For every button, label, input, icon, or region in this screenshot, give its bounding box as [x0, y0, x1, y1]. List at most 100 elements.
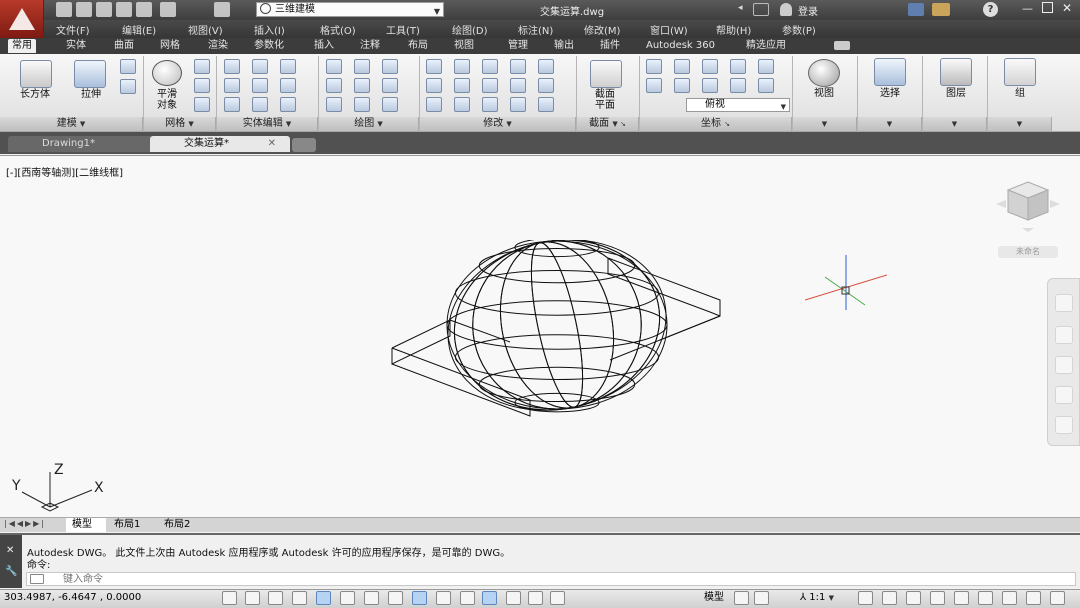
coordinate-object-ucs-icon[interactable]	[702, 78, 718, 93]
menu-item-0[interactable]: 文件(F)	[56, 22, 90, 37]
panel-selection-expander[interactable]: ▼	[858, 117, 922, 131]
menu-item-8[interactable]: 修改(M)	[584, 22, 620, 37]
coordinate-readout[interactable]: 303.4987, -6.4647 , 0.0000	[4, 592, 141, 603]
fullscreen-icon[interactable]	[1050, 591, 1065, 605]
zoom-icon[interactable]	[1055, 356, 1073, 374]
ribbon-toggle-icon[interactable]	[834, 41, 850, 50]
section-plane-icon[interactable]	[590, 60, 622, 88]
panel-view-expander[interactable]: ▼	[793, 117, 857, 131]
ribbon-tab-12[interactable]: 插件	[600, 39, 620, 53]
coordinate-origin-icon[interactable]	[674, 59, 690, 74]
coordinate-z-axis-icon[interactable]	[758, 59, 774, 74]
mesh-refine-icon[interactable]	[194, 97, 210, 112]
new-tab-button[interactable]	[292, 138, 316, 152]
layers-button-label[interactable]: 图层	[932, 88, 980, 99]
menu-item-6[interactable]: 绘图(D)	[452, 22, 488, 37]
ribbon-tab-10[interactable]: 管理	[508, 39, 528, 53]
ribbon-tab-3[interactable]: 网格	[160, 39, 180, 53]
lweight-toggle-icon[interactable]	[460, 591, 475, 605]
pan-icon[interactable]	[1055, 326, 1073, 344]
panel-layers-expander[interactable]: ▼	[923, 117, 987, 131]
menu-item-2[interactable]: 视图(V)	[188, 22, 223, 37]
annotation-scale[interactable]: ⅄ 1:1 ▼	[800, 592, 834, 603]
undo-icon[interactable]	[160, 2, 176, 17]
solid-edit-check-icon[interactable]	[224, 97, 240, 112]
menu-item-9[interactable]: 窗口(W)	[650, 22, 688, 37]
modify-align-icon[interactable]	[510, 78, 526, 93]
viewcube-cube-icon[interactable]	[992, 178, 1064, 234]
coordinate-view-ucs-icon[interactable]	[674, 78, 690, 93]
command-window-handle[interactable]	[0, 535, 22, 588]
viewcube[interactable]: 未命名	[992, 178, 1064, 262]
panel-modeling-title[interactable]: 建模 ▼	[0, 117, 143, 131]
box-button-label[interactable]: 长方体	[10, 89, 60, 100]
osnap-toggle-icon[interactable]	[340, 591, 355, 605]
clean-screen-icon[interactable]	[1002, 591, 1017, 605]
draw-spline-icon[interactable]	[326, 78, 342, 93]
quick-view-drawings-icon[interactable]	[754, 591, 769, 605]
solid-edit-thicken-icon[interactable]	[252, 97, 268, 112]
search-arrow-icon[interactable]: ◂	[738, 3, 743, 13]
exchange-icon[interactable]	[908, 3, 924, 16]
ribbon-tab-14[interactable]: 精选应用	[746, 39, 786, 53]
modify-3d-array-icon[interactable]	[510, 97, 526, 112]
ribbon-tab-2[interactable]: 曲面	[114, 39, 134, 53]
modify-fillet-icon[interactable]	[454, 78, 470, 93]
close-icon[interactable]: ✕	[6, 545, 14, 556]
draw-circle-icon[interactable]	[382, 59, 398, 74]
save-as-icon[interactable]	[116, 2, 132, 17]
modify-trim-icon[interactable]	[426, 97, 442, 112]
file-tab-drawing1[interactable]: Drawing1*	[8, 136, 153, 152]
isolate-icon[interactable]	[954, 591, 969, 605]
ucs-menu[interactable]: 未命名	[998, 246, 1058, 258]
workspace-select[interactable]: 三维建模 ▼	[256, 2, 444, 17]
maximize-button[interactable]	[1042, 2, 1053, 13]
showmotion-icon[interactable]	[1055, 416, 1073, 434]
login-button[interactable]: 登录	[798, 3, 818, 18]
solid-edit-slice-icon[interactable]	[252, 78, 268, 93]
coordinate-x-axis-icon[interactable]	[702, 59, 718, 74]
menu-item-11[interactable]: 参数(P)	[782, 22, 816, 37]
modify-offset-icon[interactable]	[482, 97, 498, 112]
coordinate-world-icon[interactable]	[646, 78, 662, 93]
solid-edit-intersect-icon[interactable]	[280, 59, 296, 74]
panel-modify-title[interactable]: 修改 ▼	[420, 117, 576, 131]
panel-solid-edit-title[interactable]: 实体编辑 ▼	[217, 117, 318, 131]
command-prompt-icon[interactable]	[30, 574, 44, 584]
sc-toggle-icon[interactable]	[528, 591, 543, 605]
minimize-button[interactable]: —	[1022, 2, 1033, 15]
modify-array-icon[interactable]	[538, 59, 554, 74]
ribbon-tab-8[interactable]: 布局	[408, 39, 428, 53]
coordinate-y-axis-icon[interactable]	[730, 59, 746, 74]
panel-draw-title[interactable]: 绘图 ▼	[319, 117, 419, 131]
coordinate-3-point-icon[interactable]	[758, 78, 774, 93]
annotation-visibility-icon[interactable]	[858, 591, 873, 605]
layers-icon[interactable]	[940, 58, 972, 86]
selection-icon[interactable]	[874, 58, 906, 86]
menu-item-7[interactable]: 标注(N)	[518, 22, 553, 37]
group-button-label[interactable]: 组	[996, 88, 1044, 99]
mesh-smooth-less-icon[interactable]	[194, 78, 210, 93]
ducs-toggle-icon[interactable]	[412, 591, 427, 605]
polar-toggle-icon[interactable]	[316, 591, 331, 605]
draw-line-icon[interactable]	[326, 59, 342, 74]
mesh-smooth-more-icon[interactable]	[194, 59, 210, 74]
open-file-icon[interactable]	[76, 2, 92, 17]
solid-edit-union-icon[interactable]	[224, 59, 240, 74]
menu-item-4[interactable]: 格式(O)	[320, 22, 356, 37]
box-icon[interactable]	[20, 60, 52, 88]
auto-scale-icon[interactable]	[882, 591, 897, 605]
layout-tab-model[interactable]: 模型	[66, 518, 106, 532]
solid-edit-shell-icon[interactable]	[280, 97, 296, 112]
modify-scale-icon[interactable]	[426, 59, 442, 74]
menu-item-5[interactable]: 工具(T)	[386, 22, 420, 37]
draw-point-icon[interactable]	[382, 78, 398, 93]
3d-osnap-toggle-icon[interactable]	[364, 591, 379, 605]
connect-icon[interactable]	[932, 3, 950, 16]
ribbon-tab-6[interactable]: 插入	[314, 39, 334, 53]
panel-mesh-title[interactable]: 网格 ▼	[144, 117, 216, 131]
draw-ellipse-icon[interactable]	[382, 97, 398, 112]
redo-icon[interactable]	[214, 2, 230, 17]
selection-button-label[interactable]: 选择	[866, 88, 914, 99]
layout-tab-layout1[interactable]: 布局1	[108, 518, 158, 532]
